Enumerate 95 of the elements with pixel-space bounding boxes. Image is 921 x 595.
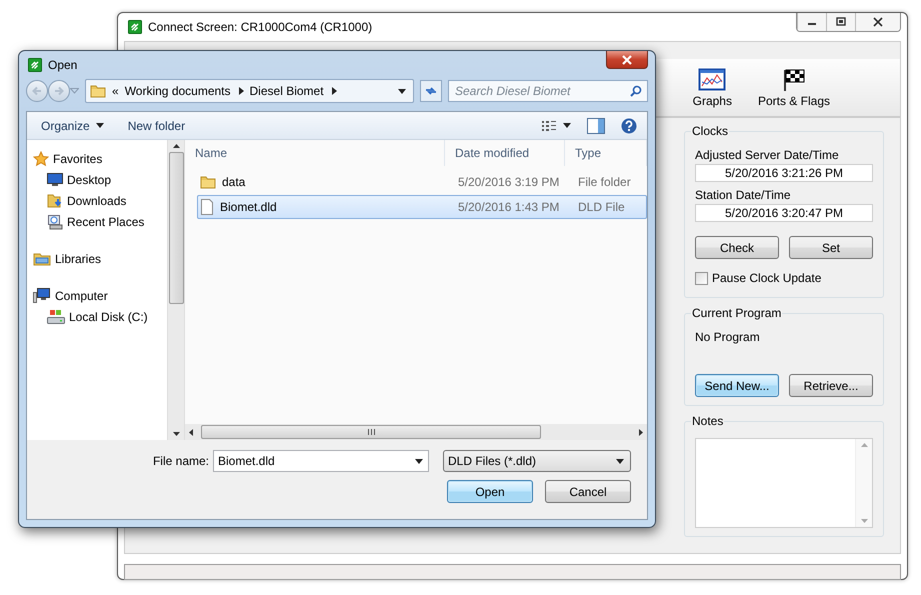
file-icon [200, 199, 214, 215]
maximize-button[interactable] [826, 13, 855, 31]
back-arrow-icon [32, 86, 42, 96]
nav-item[interactable]: Libraries [33, 248, 167, 269]
caret-icon [616, 458, 624, 464]
address-bar[interactable]: « Working documents Diesel Biomet [85, 79, 414, 103]
close-icon [873, 17, 883, 27]
maximize-icon [836, 17, 846, 27]
notes-field[interactable] [695, 438, 873, 528]
computer-icon [33, 288, 51, 304]
push-button[interactable]: Check [695, 236, 779, 259]
column-header[interactable]: Name [185, 140, 445, 166]
app-icon [28, 58, 42, 72]
push-button[interactable]: Cancel [545, 480, 631, 503]
push-button[interactable]: Send New... [695, 374, 779, 397]
file-row[interactable]: data 5/20/2016 3:19 PM File folder [197, 170, 647, 194]
scroll-down-icon [860, 519, 868, 523]
nav-item[interactable]: Downloads [33, 190, 167, 211]
date-time-field: 5/20/2016 3:20:47 PM [695, 204, 873, 222]
group-title: Current Program [691, 306, 782, 320]
file-name: Biomet.dld [220, 200, 277, 214]
search-icon [630, 85, 642, 97]
field-label: Station Date/Time [695, 188, 792, 202]
desktop-icon [47, 172, 63, 186]
column-header[interactable]: Type [565, 140, 647, 166]
refresh-button[interactable] [420, 80, 442, 102]
nav-item[interactable]: Computer [33, 285, 167, 306]
group-title: Notes [691, 414, 724, 428]
checkered-flag-icon[interactable] [782, 68, 806, 92]
breadcrumb-overflow[interactable]: « [112, 84, 119, 98]
folder-icon [200, 175, 216, 189]
push-button[interactable]: Open [447, 480, 533, 503]
file-name-field[interactable]: Biomet.dld [213, 450, 429, 472]
grip-icon [368, 429, 374, 435]
close-button[interactable] [606, 51, 648, 69]
downloads-folder-icon [47, 192, 63, 208]
push-button[interactable]: Set [789, 236, 873, 259]
field-label: File name: [152, 454, 209, 468]
drive-icon [47, 308, 65, 324]
breadcrumb[interactable]: Working documents [124, 84, 231, 98]
checkbox[interactable] [695, 272, 708, 284]
toolbar-button[interactable]: New folder [128, 118, 186, 132]
file-name: data [222, 175, 246, 189]
nav-item[interactable]: Favorites [33, 148, 167, 169]
refresh-icon [424, 85, 438, 97]
scroll-right-icon [639, 428, 643, 436]
date-time-field: 5/20/2016 3:21:26 PM [695, 164, 873, 182]
help-icon[interactable] [621, 118, 637, 134]
checkbox-label: Pause Clock Update [712, 271, 822, 285]
file-row[interactable]: Biomet.dld 5/20/2016 1:43 PM DLD File [197, 195, 647, 219]
scroll-left-icon [189, 428, 193, 436]
libraries-icon [33, 252, 51, 266]
view-button[interactable] [541, 120, 571, 132]
field-label: Adjusted Server Date/Time [695, 148, 840, 162]
folder-icon [90, 84, 106, 98]
group-title: Clocks [691, 124, 730, 138]
toolbar-button[interactable]: Organize [41, 118, 104, 132]
scroll-down-icon [172, 432, 180, 436]
star-icon [33, 150, 49, 166]
program-name: No Program [695, 330, 761, 344]
push-button[interactable]: Retrieve... [789, 374, 873, 397]
chevron-icon[interactable] [332, 87, 337, 95]
scrollbar[interactable] [167, 140, 184, 440]
minimize-button[interactable] [797, 13, 826, 31]
dialog-title: Open [48, 58, 78, 72]
nav-item[interactable]: Recent Places [33, 211, 167, 232]
scroll-up-icon [172, 144, 180, 148]
date-modified: 5/20/2016 3:19 PM [458, 175, 560, 189]
chevron-icon[interactable] [238, 87, 244, 95]
close-button[interactable] [855, 13, 900, 31]
file-type: File folder [578, 175, 632, 189]
close-icon [622, 54, 632, 64]
scrollbar[interactable] [185, 424, 647, 440]
caret-icon [398, 88, 406, 94]
recent-places-icon [47, 214, 63, 230]
toolbar-button[interactable]: Graphs [692, 68, 732, 108]
column-header[interactable]: Date modified [445, 140, 565, 166]
nav-item[interactable]: Desktop [33, 169, 167, 190]
toolbar-button[interactable]: Ports & Flags [758, 68, 830, 108]
app-icon [128, 20, 142, 34]
caret-icon [563, 123, 571, 128]
date-modified: 5/20/2016 1:43 PM [458, 200, 560, 214]
nav-item[interactable]: Local Disk (C:) [33, 306, 167, 327]
scroll-up-icon [860, 443, 868, 447]
preview-pane-icon[interactable] [587, 118, 605, 134]
breadcrumb[interactable]: Diesel Biomet [250, 84, 324, 98]
caret-icon [415, 459, 423, 464]
graph-icon[interactable] [698, 68, 726, 92]
list-view-icon [541, 120, 557, 132]
file-type-dropdown[interactable]: DLD Files (*.dld) [443, 450, 631, 472]
scrollbar[interactable] [855, 439, 872, 527]
file-type: DLD File [578, 200, 626, 214]
window-title: Connect Screen: CR1000Com4 (CR1000) [148, 20, 374, 34]
search-field[interactable]: Search Diesel Biomet [448, 80, 648, 102]
forward-arrow-icon [54, 86, 64, 96]
